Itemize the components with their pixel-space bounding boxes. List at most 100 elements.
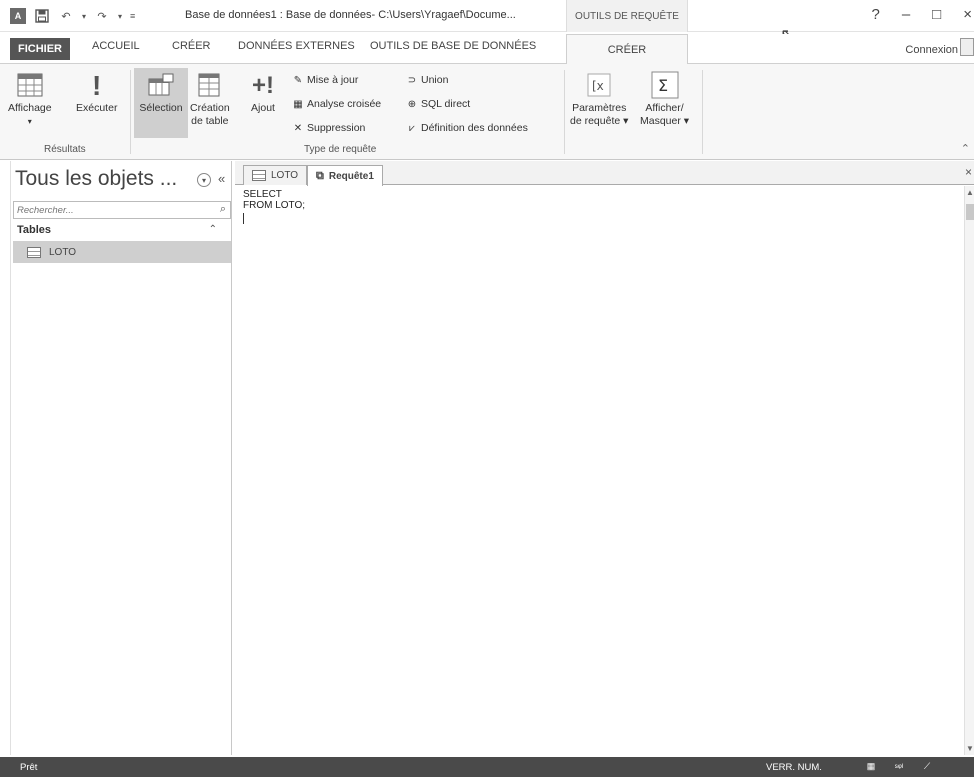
nav-pane-title[interactable]: Tous les objets ...	[15, 167, 177, 191]
undo-icon[interactable]: ↶	[58, 8, 74, 24]
text-caret	[243, 213, 244, 224]
doc-tab-requete1[interactable]: ⧉ Requête1	[307, 165, 383, 186]
executer-button[interactable]: ! Exécuter	[76, 70, 117, 115]
svg-text:[x: [x	[592, 79, 604, 93]
nav-menu-dropdown-icon[interactable]: ▾	[197, 173, 211, 187]
table-icon	[252, 170, 266, 181]
connexion-link[interactable]: Connexion	[905, 44, 958, 56]
nav-item-loto[interactable]: LOTO	[13, 241, 231, 263]
maximize-icon[interactable]: □	[932, 6, 941, 23]
afficher-label-2: Masquer ▾	[640, 115, 690, 127]
scroll-down-icon[interactable]: ▼	[966, 744, 974, 753]
nav-item-label: LOTO	[49, 246, 77, 258]
afficher-masquer-button[interactable]: Σ Afficher/ Masquer ▾	[640, 70, 689, 128]
parametres-label-2: de requête ▾	[570, 115, 629, 127]
affichage-dropdown-icon: ▾	[27, 117, 32, 126]
run-exclamation-icon: !	[92, 69, 102, 101]
tab-creer-requete[interactable]: CRÉER	[566, 34, 688, 65]
ribbon-separator	[564, 70, 565, 154]
scrollbar-thumb[interactable]	[966, 204, 974, 220]
sql-direct-button[interactable]: ⊕ SQL direct	[406, 98, 470, 110]
redo-dropdown-icon[interactable]: ▾	[118, 12, 122, 21]
group-label-resultats: Résultats	[44, 144, 86, 155]
creation-label-1: Création	[190, 102, 230, 114]
user-avatar-icon[interactable]	[960, 38, 974, 56]
doc-tab-loto[interactable]: LOTO	[243, 165, 308, 185]
document-tabs: LOTO ⧉ Requête1 ×	[235, 161, 974, 186]
selection-button[interactable]: Sélection	[136, 70, 186, 115]
update-pencil-icon: ✎	[293, 74, 303, 86]
crosstab-icon: ▦	[293, 98, 303, 110]
close-document-icon[interactable]: ×	[965, 165, 972, 179]
affichage-label: Affichage	[8, 102, 52, 114]
sigma-totals-icon: Σ	[650, 70, 680, 100]
ribbon-tabs: FICHIER ACCUEIL CRÉER DONNÉES EXTERNES O…	[0, 34, 974, 65]
access-app-icon[interactable]: A	[10, 8, 26, 24]
group-label-type-requete: Type de requête	[304, 144, 377, 155]
close-icon[interactable]: ×	[963, 6, 972, 23]
design-view-status-icon[interactable]: ⟋	[920, 760, 934, 773]
parametres-button[interactable]: [x Paramètres de requête ▾	[570, 70, 628, 128]
save-icon[interactable]	[34, 8, 50, 24]
suppression-label: Suppression	[307, 122, 366, 134]
ribbon-separator	[702, 70, 703, 154]
collapse-ribbon-icon[interactable]: ⌃	[961, 142, 970, 155]
afficher-label-1: Afficher/	[645, 102, 684, 114]
sql-view-status-icon[interactable]: ˢᵠˡ	[892, 760, 906, 773]
collapse-group-icon[interactable]: ⌃	[209, 221, 217, 239]
definition-donnees-button[interactable]: ⩗ Définition des données	[406, 122, 528, 134]
datasheet-view-status-icon[interactable]: ▦	[864, 760, 878, 773]
help-icon[interactable]: ?	[871, 6, 879, 23]
delete-x-icon: ✕	[293, 122, 303, 134]
status-ready: Prêt	[20, 762, 38, 773]
minimize-icon[interactable]: –	[902, 6, 910, 23]
ajout-label: Ajout	[251, 102, 275, 114]
navigation-pane: Tous les objets ... ▾ « ⌕ Tables ⌃ LOTO	[10, 161, 232, 755]
sql-direct-label: SQL direct	[421, 98, 471, 110]
context-tab-group-title: OUTILS DE REQUÊTE	[566, 0, 688, 32]
nav-group-tables[interactable]: Tables ⌃	[13, 221, 231, 239]
affichage-button[interactable]: Affichage ▾	[8, 70, 52, 128]
union-rings-icon: ⊃	[407, 74, 417, 86]
tab-fichier[interactable]: FICHIER	[10, 38, 70, 60]
window-controls: ? – □ ×	[871, 6, 972, 23]
sql-editor-text[interactable]: SELECT FROM LOTO;	[243, 189, 305, 211]
table-icon	[27, 246, 41, 258]
mise-a-jour-button[interactable]: ✎ Mise à jour	[292, 74, 359, 86]
union-button[interactable]: ⊃ Union	[406, 74, 449, 86]
tab-accueil[interactable]: ACCUEIL	[92, 40, 140, 52]
creation-label-2: de table	[191, 115, 229, 127]
tab-donnees-externes[interactable]: DONNÉES EXTERNES	[238, 40, 355, 52]
scroll-up-icon[interactable]: ▲	[966, 188, 974, 197]
redo-icon[interactable]: ↷	[94, 8, 110, 24]
executer-label: Exécuter	[76, 102, 118, 114]
query-icon: ⧉	[316, 169, 324, 182]
ajout-button[interactable]: +! Ajout	[248, 70, 278, 115]
selection-label: Sélection	[139, 102, 183, 114]
creation-table-button[interactable]: Création de table	[190, 70, 230, 128]
ribbon: Affichage ▾ ! Exécuter Résultats Sélecti…	[0, 64, 974, 160]
search-icon[interactable]: ⌕	[220, 203, 226, 216]
nav-search-input[interactable]	[14, 202, 204, 218]
definition-donnees-label: Définition des données	[421, 122, 528, 134]
analyse-croisee-button[interactable]: ▦ Analyse croisée	[292, 98, 381, 110]
status-bar: Prêt VERR. NUM. ▦ ˢᵠˡ ⟋	[0, 757, 974, 777]
tab-outils-bdd[interactable]: OUTILS DE BASE DE DONNÉES	[370, 40, 536, 52]
nav-search-box: ⌕	[13, 201, 231, 219]
doc-tab-label: LOTO	[271, 170, 299, 181]
ribbon-separator	[130, 70, 131, 154]
svg-text:Σ: Σ	[658, 76, 668, 95]
document-area: LOTO ⧉ Requête1 × SELECT FROM LOTO; ▲ ▼	[235, 161, 974, 755]
globe-icon: ⊕	[407, 98, 417, 110]
tab-creer[interactable]: CRÉER	[172, 40, 211, 52]
append-plus-icon: +!	[251, 71, 274, 99]
nav-collapse-icon[interactable]: «	[218, 171, 225, 186]
customize-qat-icon[interactable]: ≡	[130, 11, 135, 21]
datasheet-view-icon	[15, 70, 45, 100]
quick-access-toolbar: A ↶ ▾ ↷ ▾ ≡	[10, 8, 135, 24]
make-table-icon	[195, 70, 225, 100]
suppression-button[interactable]: ✕ Suppression	[292, 122, 366, 134]
analyse-croisee-label: Analyse croisée	[307, 98, 382, 110]
vertical-scrollbar[interactable]: ▲ ▼	[964, 186, 974, 755]
undo-dropdown-icon[interactable]: ▾	[82, 12, 86, 21]
